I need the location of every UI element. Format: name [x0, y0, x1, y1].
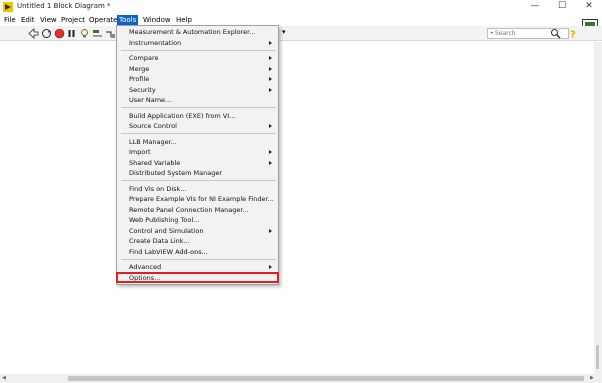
menu-item-security[interactable]: Security: [129, 85, 156, 95]
search-bullet-icon: •: [490, 30, 494, 37]
search-icon[interactable]: [550, 28, 561, 39]
submenu-arrow-icon: [269, 56, 272, 60]
menu-item-user-name[interactable]: User Name...: [129, 95, 171, 105]
scroll-right-arrow-icon[interactable]: ▶: [590, 375, 594, 381]
menu-separator: [121, 50, 276, 51]
run-continuously-icon[interactable]: [41, 28, 52, 39]
menu-item-remote-panel-connection-manager[interactable]: Remote Panel Connection Manager...: [129, 205, 249, 215]
maximize-button[interactable]: ☐: [549, 0, 575, 14]
scroll-left-arrow-icon[interactable]: ◀: [2, 375, 6, 381]
menu-window[interactable]: Window: [141, 15, 173, 25]
search-input[interactable]: [495, 29, 551, 38]
menu-item-measurement-automation-explorer[interactable]: Measurement & Automation Explorer...: [129, 27, 255, 37]
close-button[interactable]: ✕: [576, 0, 602, 14]
run-arrow-icon[interactable]: [28, 28, 39, 39]
menu-item-control-and-simulation[interactable]: Control and Simulation: [129, 226, 203, 236]
menu-file[interactable]: File: [2, 15, 18, 25]
menu-item-shared-variable[interactable]: Shared Variable: [129, 158, 180, 168]
menu-item-merge[interactable]: Merge: [129, 64, 149, 74]
menu-item-instrumentation[interactable]: Instrumentation: [129, 38, 181, 48]
labview-app-icon: [3, 2, 13, 12]
highlight-execution-icon[interactable]: [79, 28, 90, 39]
menu-item-llb-manager[interactable]: LLB Manager...: [129, 137, 177, 147]
help-icon[interactable]: ?: [569, 28, 578, 40]
retain-wire-values-icon[interactable]: [92, 28, 103, 39]
submenu-arrow-icon: [269, 161, 272, 165]
menu-separator: [121, 133, 276, 134]
menu-item-web-publishing-tool[interactable]: Web Publishing Tool...: [129, 215, 199, 225]
menu-item-create-data-link[interactable]: Create Data Link...: [129, 236, 190, 246]
step-into-icon[interactable]: [105, 28, 116, 39]
menu-item-find-labview-add-ons[interactable]: Find LabVIEW Add-ons...: [129, 247, 208, 257]
vertical-scrollbar[interactable]: [594, 42, 602, 374]
menu-item-prepare-example-vis[interactable]: Prepare Example VIs for NI Example Finde…: [129, 194, 274, 204]
menu-project[interactable]: Project: [59, 15, 87, 25]
menu-item-find-vis-on-disk[interactable]: Find VIs on Disk...: [129, 184, 187, 194]
menu-item-source-control[interactable]: Source Control: [129, 121, 177, 131]
menu-item-import[interactable]: Import: [129, 147, 151, 157]
vertical-scroll-thumb[interactable]: [596, 345, 599, 369]
submenu-arrow-icon: [269, 88, 272, 92]
dropdown-arrow-icon[interactable]: ▾: [282, 28, 293, 39]
menu-edit[interactable]: Edit: [19, 15, 37, 25]
submenu-arrow-icon: [269, 67, 272, 71]
menu-item-distributed-system-manager[interactable]: Distributed System Manager: [129, 168, 222, 178]
svg-text:?: ?: [570, 30, 576, 40]
block-diagram-canvas[interactable]: [0, 42, 594, 374]
horizontal-scroll-thumb[interactable]: [68, 376, 584, 381]
submenu-arrow-icon: [269, 77, 272, 81]
menu-item-advanced[interactable]: Advanced: [129, 262, 161, 272]
title-bar: Untitled 1 Block Diagram * — ☐ ✕: [0, 0, 602, 14]
window-title: Untitled 1 Block Diagram *: [17, 2, 111, 10]
menu-item-build-application[interactable]: Build Application (EXE) from VI...: [129, 111, 235, 121]
options-highlight-box: [116, 272, 279, 283]
submenu-arrow-icon: [269, 229, 272, 233]
submenu-arrow-icon: [269, 150, 272, 154]
submenu-arrow-icon: [269, 124, 272, 128]
menu-separator: [121, 107, 276, 108]
pause-icon[interactable]: [66, 28, 77, 39]
menu-bar: File Edit View Project Operate Tools Win…: [0, 14, 602, 26]
menu-tools[interactable]: Tools: [117, 15, 139, 25]
menu-help[interactable]: Help: [174, 15, 194, 25]
submenu-arrow-icon: [269, 265, 272, 269]
menu-item-compare[interactable]: Compare: [129, 53, 159, 63]
submenu-arrow-icon: [269, 41, 272, 45]
tools-menu-dropdown: Measurement & Automation Explorer... Ins…: [116, 25, 279, 285]
menu-view[interactable]: View: [38, 15, 59, 25]
menu-item-profile[interactable]: Profile: [129, 74, 149, 84]
menu-separator: [121, 259, 276, 260]
minimize-button[interactable]: —: [522, 0, 548, 14]
abort-icon[interactable]: [54, 28, 65, 39]
menu-separator: [121, 180, 276, 181]
menu-operate[interactable]: Operate: [87, 15, 119, 25]
